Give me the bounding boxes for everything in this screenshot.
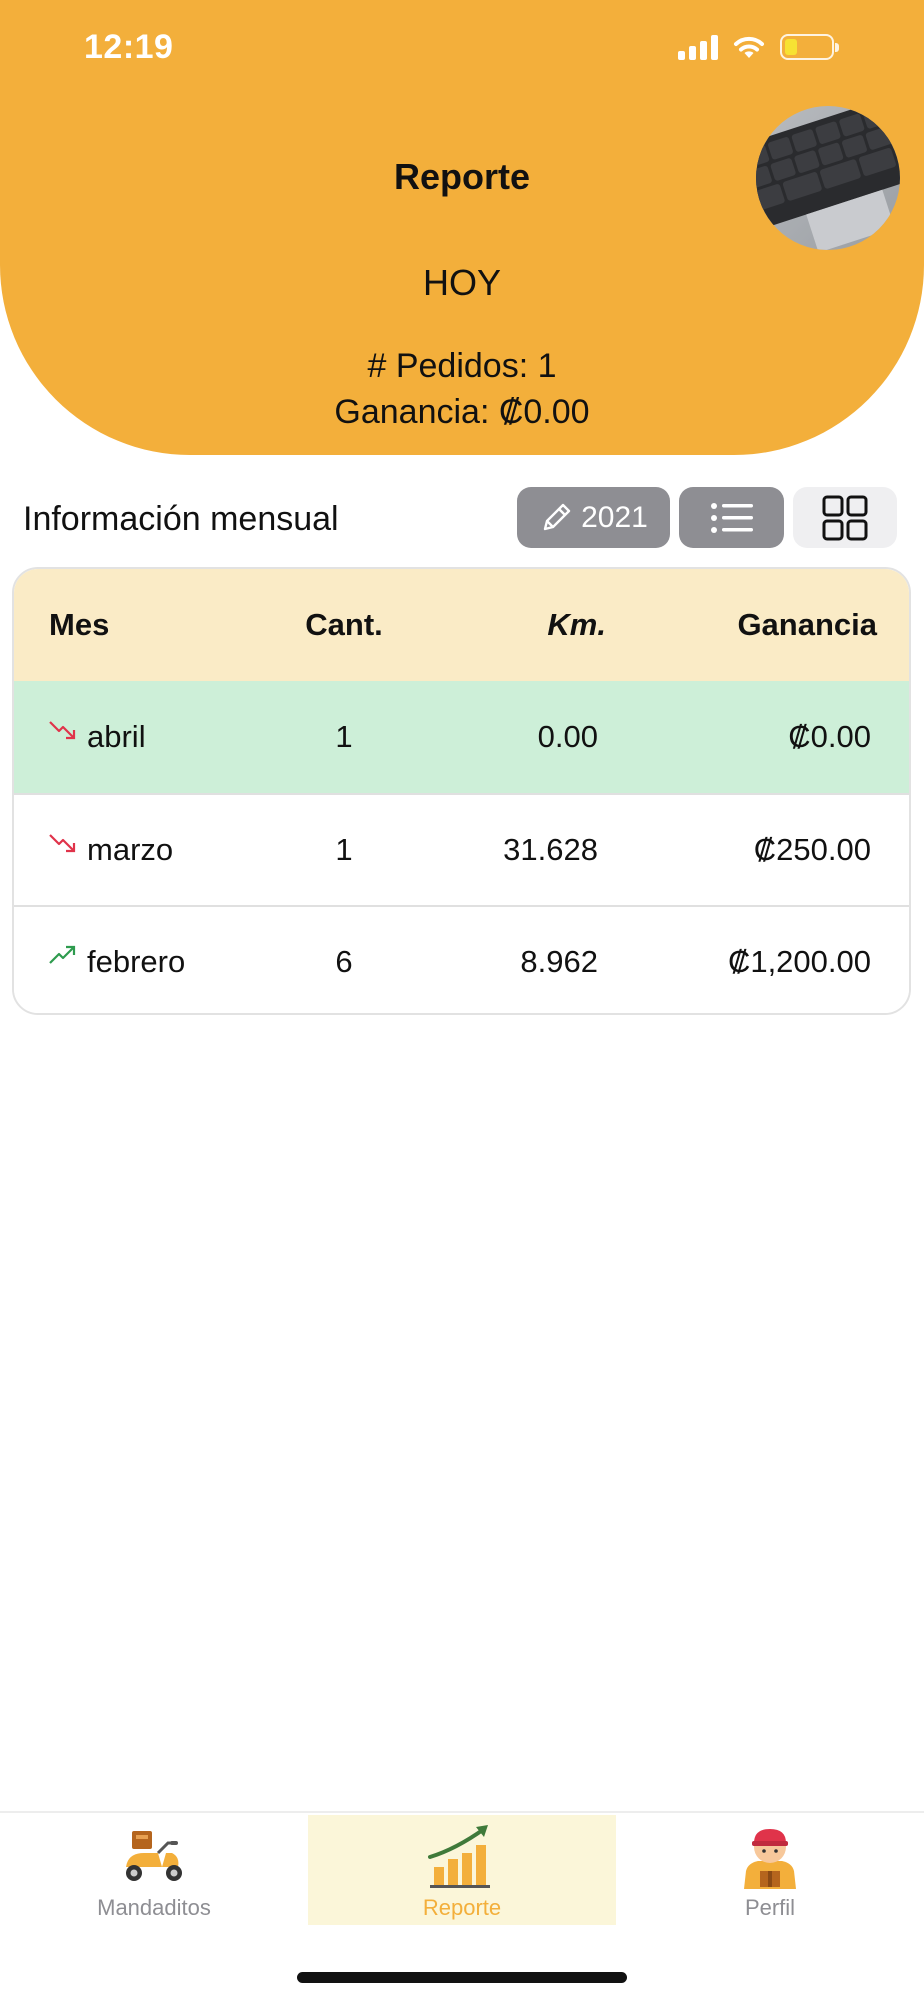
- table-header-row: Mes Cant. Km. Ganancia: [14, 569, 909, 681]
- row-count: 1: [335, 719, 353, 754]
- status-time: 12:19: [84, 28, 174, 66]
- list-view-button[interactable]: [679, 487, 784, 548]
- row-km: 31.628: [503, 832, 598, 867]
- today-profit: Ganancia: ₡0.00: [334, 393, 590, 431]
- trend-up-icon: [49, 945, 76, 964]
- tab-reporte[interactable]: Reporte: [308, 1815, 616, 1925]
- tab-label: Reporte: [422, 1895, 502, 1920]
- trend-down-icon: [49, 721, 76, 740]
- scooter-icon: [126, 1831, 182, 1881]
- trend-down-icon: [49, 834, 76, 853]
- table-row[interactable]: abril 1 0.00 ₡0.00: [14, 681, 909, 793]
- row-profit: ₡250.00: [753, 832, 871, 867]
- row-profit: ₡0.00: [788, 719, 871, 754]
- row-month: febrero: [87, 944, 186, 979]
- header-count: Cant.: [305, 607, 383, 642]
- home-indicator[interactable]: [297, 1972, 627, 1983]
- list-icon: [710, 502, 753, 533]
- grid-icon: [822, 495, 868, 540]
- row-profit: ₡1,200.00: [727, 944, 871, 979]
- header-month: Mes: [49, 607, 110, 642]
- header-km: Km.: [547, 607, 606, 642]
- year-select-button[interactable]: 2021: [517, 487, 670, 548]
- today-orders-count: # Pedidos: 1: [367, 347, 557, 385]
- battery-icon: [780, 34, 839, 60]
- status-icons: [678, 34, 839, 60]
- cellular-signal-icon: [678, 34, 718, 60]
- report-header: 12:19 Reporte HOY # Pedidos: 1 Ganancia:…: [0, 0, 924, 455]
- growth-chart-icon: [428, 1825, 490, 1888]
- monthly-table: Mes Cant. Km. Ganancia abril 1 0.00 ₡0.0…: [12, 567, 911, 1015]
- table-row[interactable]: febrero 6 8.962 ₡1,200.00: [14, 905, 909, 1013]
- table-row[interactable]: marzo 1 31.628 ₡250.00: [14, 793, 909, 905]
- keyboard-photo-icon: [756, 106, 900, 250]
- wifi-icon: [734, 36, 764, 58]
- row-km: 8.962: [520, 944, 598, 979]
- grid-view-button[interactable]: [793, 487, 897, 548]
- today-label: HOY: [422, 262, 501, 303]
- pencil-icon: [543, 503, 571, 530]
- tab-perfil[interactable]: Perfil: [616, 1815, 924, 1925]
- tab-label: Mandaditos: [97, 1895, 211, 1920]
- row-month: marzo: [87, 832, 174, 867]
- year-label: 2021: [581, 500, 648, 534]
- monthly-info-title: Información mensual: [23, 500, 339, 538]
- tab-label: Perfil: [744, 1895, 796, 1920]
- row-count: 1: [335, 832, 353, 867]
- row-month: abril: [87, 719, 146, 754]
- avatar[interactable]: [756, 106, 900, 250]
- delivery-person-icon: [744, 1829, 796, 1889]
- row-count: 6: [335, 944, 353, 979]
- row-km: 0.00: [537, 719, 598, 754]
- header-profit: Ganancia: [737, 607, 877, 642]
- tab-mandaditos[interactable]: Mandaditos: [0, 1815, 308, 1925]
